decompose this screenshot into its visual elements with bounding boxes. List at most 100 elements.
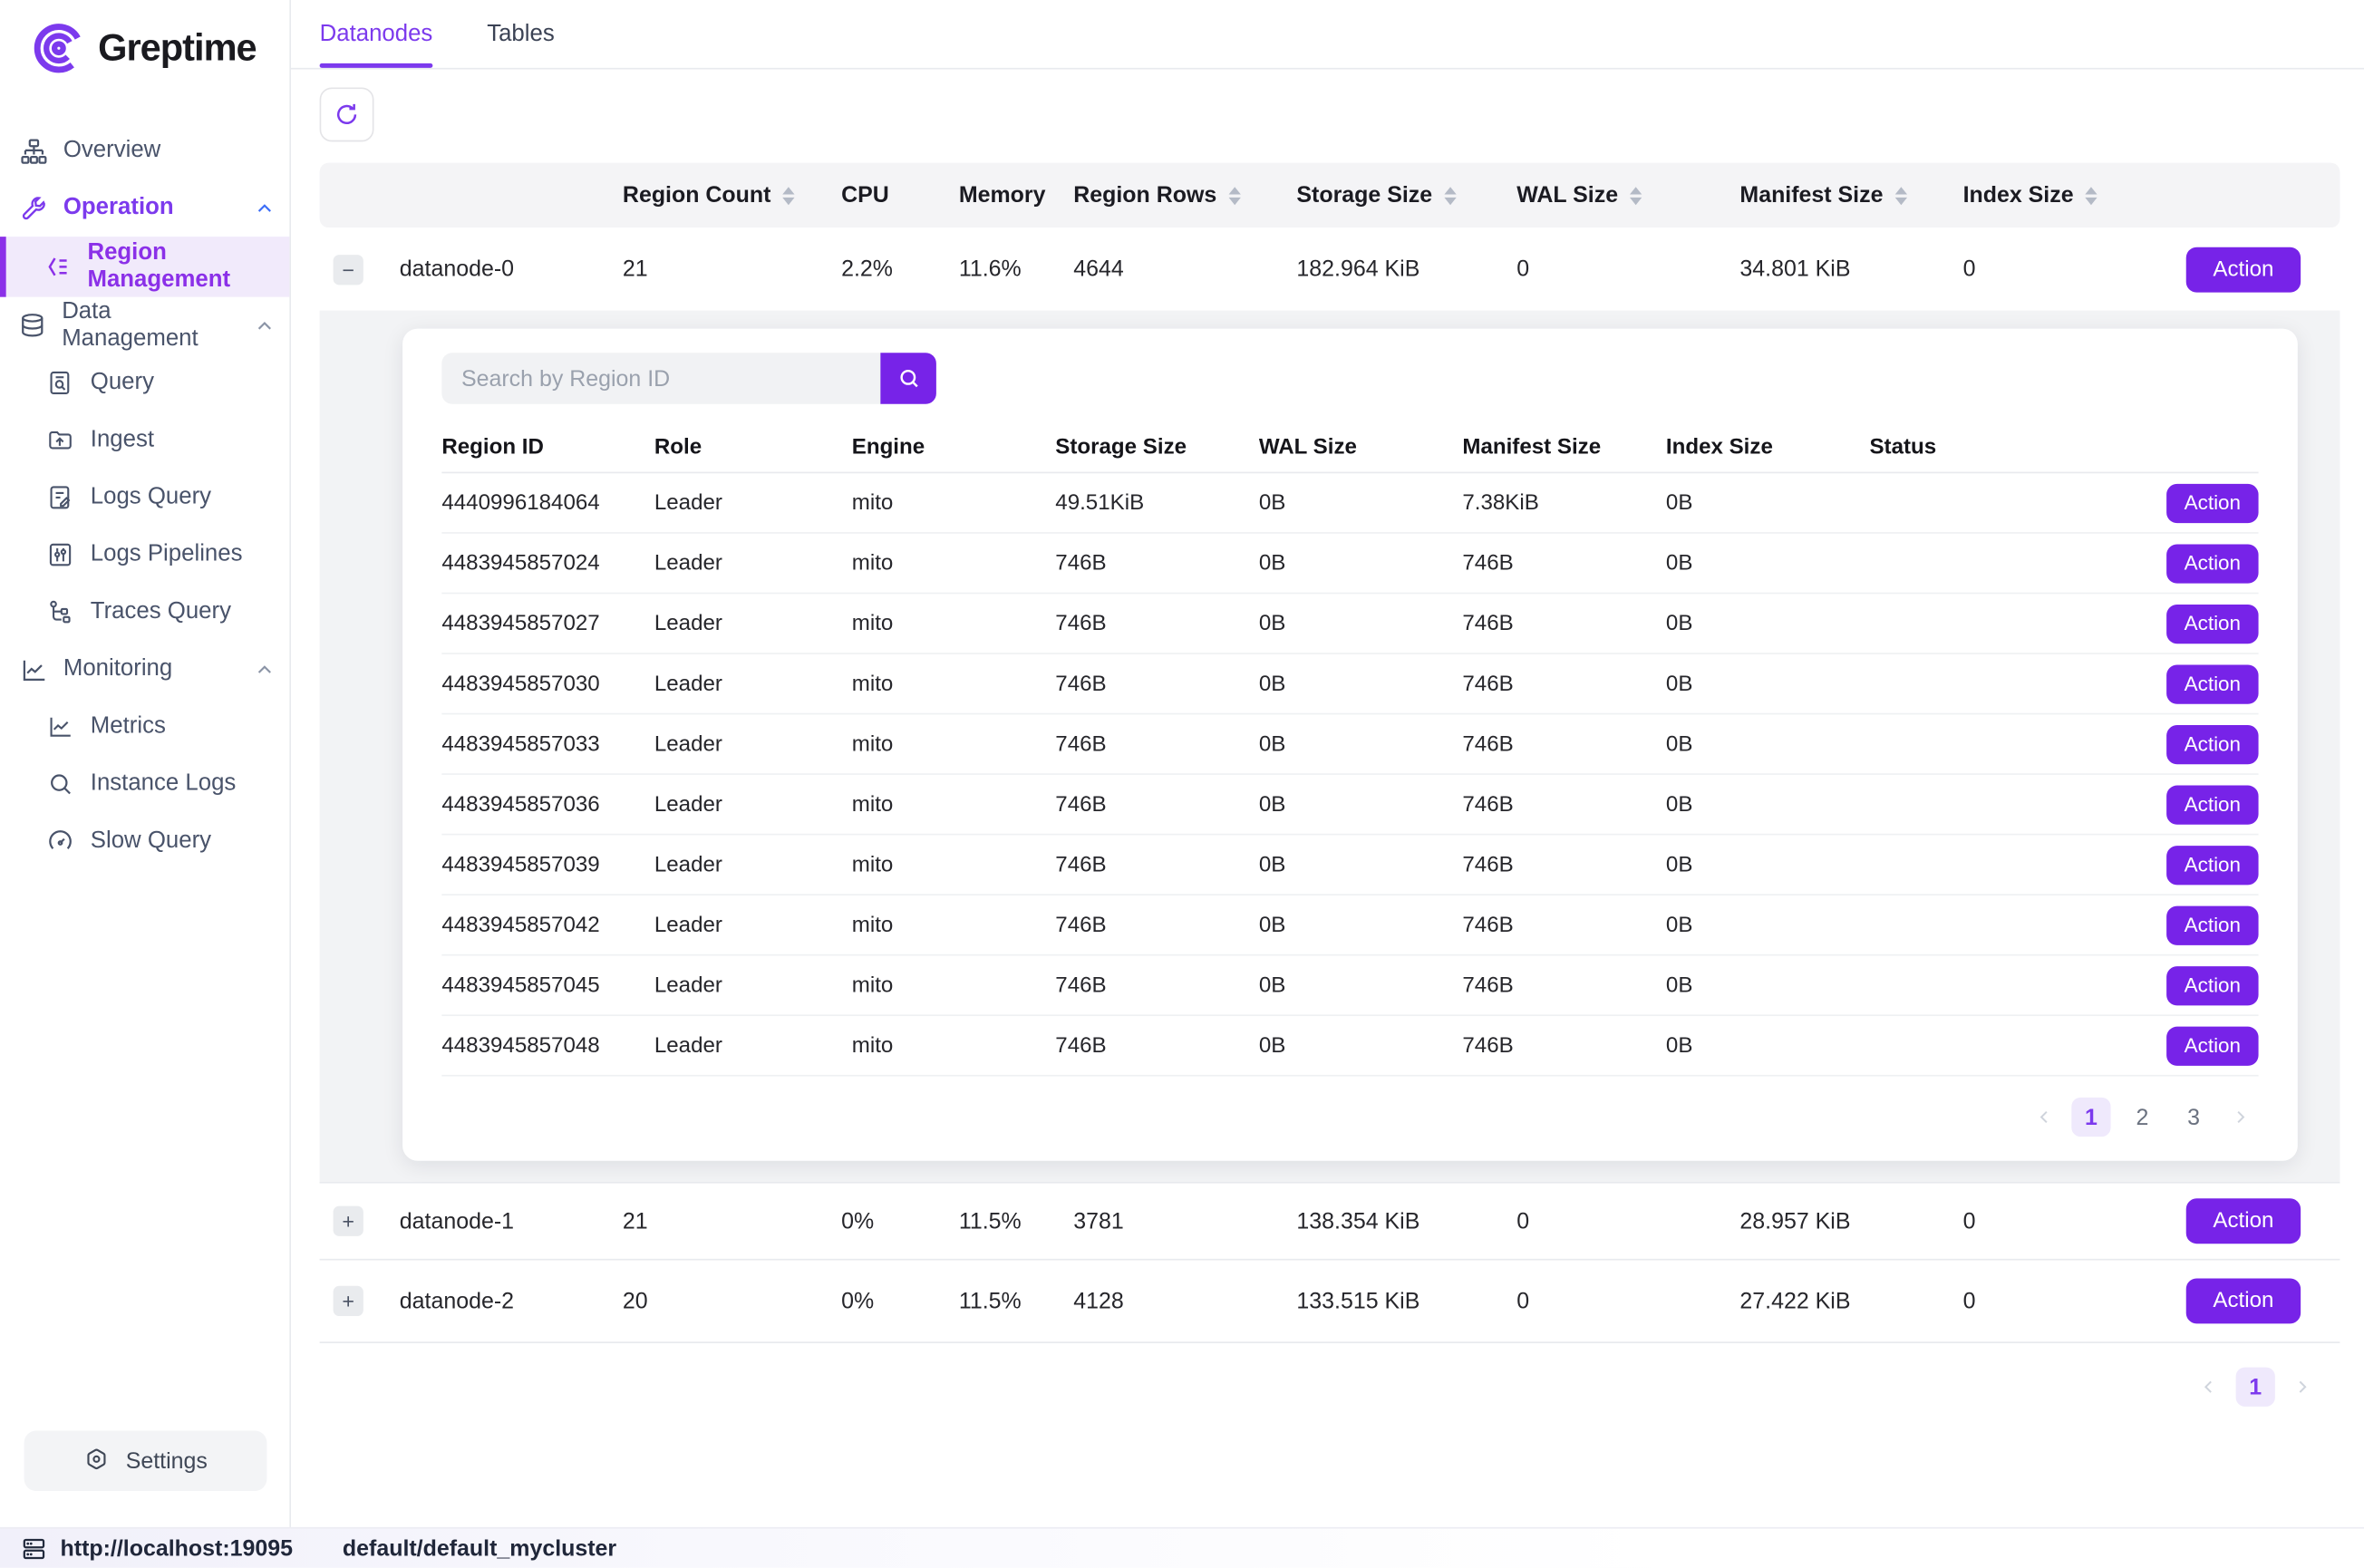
expand-row-button[interactable]: +: [334, 1286, 363, 1316]
datanodes-pagination: 1: [320, 1368, 2318, 1407]
sort-icon[interactable]: [1895, 186, 1907, 204]
search-button[interactable]: [880, 353, 936, 404]
sidebar-item-ingest[interactable]: Ingest: [0, 411, 289, 469]
datanode-name: datanode-2: [386, 1288, 614, 1313]
sidebar-item-region-management[interactable]: Region Management: [0, 237, 289, 297]
action-button[interactable]: Action: [2186, 1278, 2301, 1323]
action-button[interactable]: Action: [2186, 247, 2301, 292]
sidebar-item-logs-query[interactable]: Logs Query: [0, 469, 289, 526]
role: Leader: [654, 913, 852, 937]
table-row-datanode-0: − datanode-0 21 2.2% 11.6% 4644 182.964 …: [320, 227, 2340, 310]
manifest-size: 746B: [1462, 1033, 1666, 1058]
region-id: 4483945857042: [441, 913, 654, 937]
cluster-name[interactable]: default/default_mycluster: [343, 1535, 616, 1561]
sidebar-item-label: Ingest: [91, 427, 154, 454]
action-button[interactable]: Action: [2166, 965, 2258, 1004]
server-url[interactable]: http://localhost:19095: [61, 1535, 293, 1561]
collapse-row-button[interactable]: −: [334, 254, 363, 284]
role: Leader: [654, 672, 852, 696]
role: Leader: [654, 973, 852, 998]
chevron-up-icon[interactable]: [255, 315, 275, 335]
region-search-input[interactable]: [441, 353, 880, 404]
sidebar-item-traces-query[interactable]: Traces Query: [0, 584, 289, 641]
sidebar-item-instance-logs[interactable]: Instance Logs: [0, 755, 289, 812]
sidebar-item-overview[interactable]: Overview: [0, 122, 289, 179]
settings-button[interactable]: Settings: [24, 1430, 267, 1491]
action-button[interactable]: Action: [2166, 845, 2258, 884]
sidebar-group-operation[interactable]: Operation: [0, 179, 289, 237]
action-button[interactable]: Action: [2166, 785, 2258, 824]
wal-size: 0B: [1259, 853, 1463, 877]
main-content: Datanodes Tables Region Count CPU Memory…: [291, 0, 2364, 1527]
header-wal-size: WAL Size: [1507, 182, 1730, 208]
sort-icon[interactable]: [1444, 186, 1456, 204]
action-button[interactable]: Action: [2166, 905, 2258, 944]
storage-size: 746B: [1055, 611, 1259, 635]
action-button[interactable]: Action: [2166, 544, 2258, 583]
storage-size: 746B: [1055, 732, 1259, 757]
settings-nut-icon: [83, 1447, 111, 1475]
brand-logo[interactable]: Greptime: [0, 0, 289, 89]
region-row: 4440996184064 Leader mito 49.51KiB 0B 7.…: [441, 473, 2258, 534]
storage-size: 746B: [1055, 913, 1259, 937]
expand-row-button[interactable]: +: [334, 1206, 363, 1236]
header-region-id: Region ID: [441, 435, 654, 460]
wal-size: 0B: [1259, 490, 1463, 515]
storage-size: 746B: [1055, 551, 1259, 576]
action-button[interactable]: Action: [2186, 1198, 2301, 1244]
wal-size-value: 0: [1507, 1288, 1730, 1313]
sidebar-item-query[interactable]: Query: [0, 354, 289, 411]
role: Leader: [654, 611, 852, 635]
prev-page-icon[interactable]: [2194, 1378, 2224, 1396]
action-button[interactable]: Action: [2166, 604, 2258, 643]
sidebar-group-monitoring[interactable]: Monitoring: [0, 641, 289, 698]
next-page-icon[interactable]: [2225, 1108, 2255, 1126]
regions-card: Region ID Role Engine Storage Size WAL S…: [402, 329, 2298, 1161]
wrench-icon: [18, 194, 48, 223]
chevron-up-icon[interactable]: [255, 198, 275, 218]
manifest-size-value: 27.422 KiB: [1730, 1288, 1953, 1313]
sidebar-item-metrics[interactable]: Metrics: [0, 698, 289, 755]
page-number[interactable]: 2: [2123, 1098, 2162, 1137]
manifest-size: 746B: [1462, 672, 1666, 696]
action-button[interactable]: Action: [2166, 724, 2258, 763]
storage-size-value: 133.515 KiB: [1287, 1288, 1507, 1313]
action-button[interactable]: Action: [2166, 483, 2258, 522]
page-number[interactable]: 3: [2174, 1098, 2213, 1137]
header-wal-size: WAL Size: [1259, 435, 1463, 460]
cpu-value: 0%: [832, 1288, 950, 1313]
manifest-size: 746B: [1462, 732, 1666, 757]
wal-size: 0B: [1259, 611, 1463, 635]
header-role: Role: [654, 435, 852, 460]
tab-datanodes[interactable]: Datanodes: [320, 0, 433, 68]
region-search: [441, 353, 936, 404]
manifest-size: 746B: [1462, 551, 1666, 576]
sidebar-item-label: Region Management: [87, 239, 274, 294]
page-number[interactable]: 1: [2071, 1098, 2110, 1137]
action-button[interactable]: Action: [2166, 1026, 2258, 1065]
sort-icon[interactable]: [1630, 186, 1642, 204]
sidebar-item-logs-pipelines[interactable]: Logs Pipelines: [0, 526, 289, 583]
chevron-up-icon[interactable]: [255, 660, 275, 680]
next-page-icon[interactable]: [2287, 1378, 2317, 1396]
region-row: 4483945857042 Leader mito 746B 0B 746B 0…: [441, 895, 2258, 956]
sidebar-item-label: Instance Logs: [91, 770, 237, 798]
search-icon: [896, 366, 921, 391]
tab-tables[interactable]: Tables: [487, 0, 555, 68]
storage-size: 746B: [1055, 672, 1259, 696]
prev-page-icon[interactable]: [2030, 1108, 2059, 1126]
refresh-button[interactable]: [320, 87, 374, 141]
sort-icon[interactable]: [2086, 186, 2098, 204]
action-button[interactable]: Action: [2166, 664, 2258, 703]
role: Leader: [654, 1033, 852, 1058]
sidebar-item-label: Overview: [63, 137, 160, 164]
sort-icon[interactable]: [783, 186, 795, 204]
sort-icon[interactable]: [1229, 186, 1241, 204]
role: Leader: [654, 853, 852, 877]
wal-size: 0B: [1259, 732, 1463, 757]
sidebar-item-slow-query[interactable]: Slow Query: [0, 812, 289, 869]
page-number[interactable]: 1: [2236, 1368, 2275, 1407]
brand-name: Greptime: [98, 26, 257, 70]
sidebar-group-data-management[interactable]: Data Management: [0, 297, 289, 354]
header-cpu: CPU: [832, 182, 950, 208]
